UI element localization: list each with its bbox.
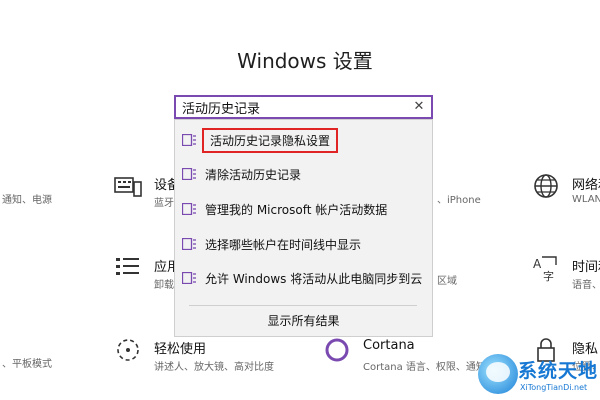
watermark-subtitle: XiTongTianDi.net <box>520 383 588 392</box>
page-title: Windows 设置 <box>237 49 373 73</box>
apps-list-icon <box>116 258 139 275</box>
activity-history-icon <box>182 238 196 250</box>
search-input[interactable] <box>182 98 407 116</box>
show-all-results-link[interactable]: 显示所有结果 <box>175 312 432 329</box>
suggestion-item[interactable]: 管理我的 Microsoft 帐户活动数据 <box>175 193 432 225</box>
dropdown-divider <box>189 305 417 306</box>
network-tile[interactable]: 网络和 WLAN <box>532 172 600 212</box>
search-suggestions: 活动历史记录隐私设置 清除活动历史记录 管理我的 Microsoft 帐户活动数… <box>174 119 433 337</box>
suggestion-label: 选择哪些帐户在时间线中显示 <box>205 238 362 252</box>
system-tile-desc: 通知、电源 <box>2 195 52 206</box>
cortana-tile-title: Cortana <box>363 338 415 353</box>
devices-tile[interactable]: 设备 蓝牙、 <box>114 172 184 212</box>
ease-tile-desc: 讲述人、放大镜、高对比度 <box>154 362 274 373</box>
activity-history-icon <box>182 203 196 215</box>
cortana-icon <box>325 338 349 362</box>
suggestion-label: 清除活动历史记录 <box>205 168 302 182</box>
globe-icon <box>534 174 558 198</box>
ease-of-access-icon <box>117 339 139 361</box>
ease-tile-title: 轻松使用 <box>154 342 207 357</box>
suggestion-item[interactable]: 清除活动历史记录 <box>175 158 432 190</box>
cortana-tile-desc: Cortana 语言、权限、通知 <box>363 362 486 373</box>
cortana-tile[interactable]: Cortana Cortana 语言、权限、通知 <box>323 336 486 376</box>
settings-search-box[interactable]: ✕ <box>174 95 433 119</box>
apps-tile[interactable]: 应用 卸载、 <box>114 254 184 294</box>
time-tile-title: 时间和 <box>572 260 600 275</box>
time-tile-desc: 语音、 <box>572 280 600 291</box>
activity-history-icon <box>182 134 196 146</box>
suggestion-item[interactable]: 允许 Windows 将活动从此电脑同步到云 <box>175 262 432 294</box>
svg-text:字: 字 <box>543 269 554 282</box>
watermark-title: 系统天地 <box>518 360 599 382</box>
suggestion-label: 活动历史记录隐私设置 <box>202 128 339 153</box>
time-language-icon: A 字 <box>533 256 557 282</box>
network-tile-desc: WLAN <box>572 194 600 205</box>
time-language-tile[interactable]: A 字 时间和 语音、 <box>532 254 600 294</box>
suggestion-label: 允许 Windows 将活动从此电脑同步到云 <box>205 272 423 286</box>
suggestion-item[interactable]: 活动历史记录隐私设置 <box>175 124 432 156</box>
network-tile-title: 网络和 <box>572 178 600 193</box>
tablet-tile-desc: 、平板模式 <box>2 359 52 370</box>
watermark-globe-highlight <box>486 362 510 382</box>
ease-of-access-tile[interactable]: 轻松使用 讲述人、放大镜、高对比度 <box>114 336 274 376</box>
activity-history-icon <box>182 272 196 284</box>
phone-tile-desc: 、iPhone <box>437 195 481 206</box>
suggestion-label: 管理我的 Microsoft 帐户活动数据 <box>205 203 388 217</box>
devices-icon <box>114 177 142 197</box>
suggestion-item[interactable]: 选择哪些帐户在时间线中显示 <box>175 228 432 260</box>
clear-search-button[interactable]: ✕ <box>411 99 427 115</box>
region-tile-desc: 区域 <box>437 276 457 287</box>
watermark-logo: 系统天地 XiTongTianDi.net <box>478 352 600 398</box>
activity-history-icon <box>182 168 196 180</box>
svg-text:A: A <box>533 257 542 271</box>
